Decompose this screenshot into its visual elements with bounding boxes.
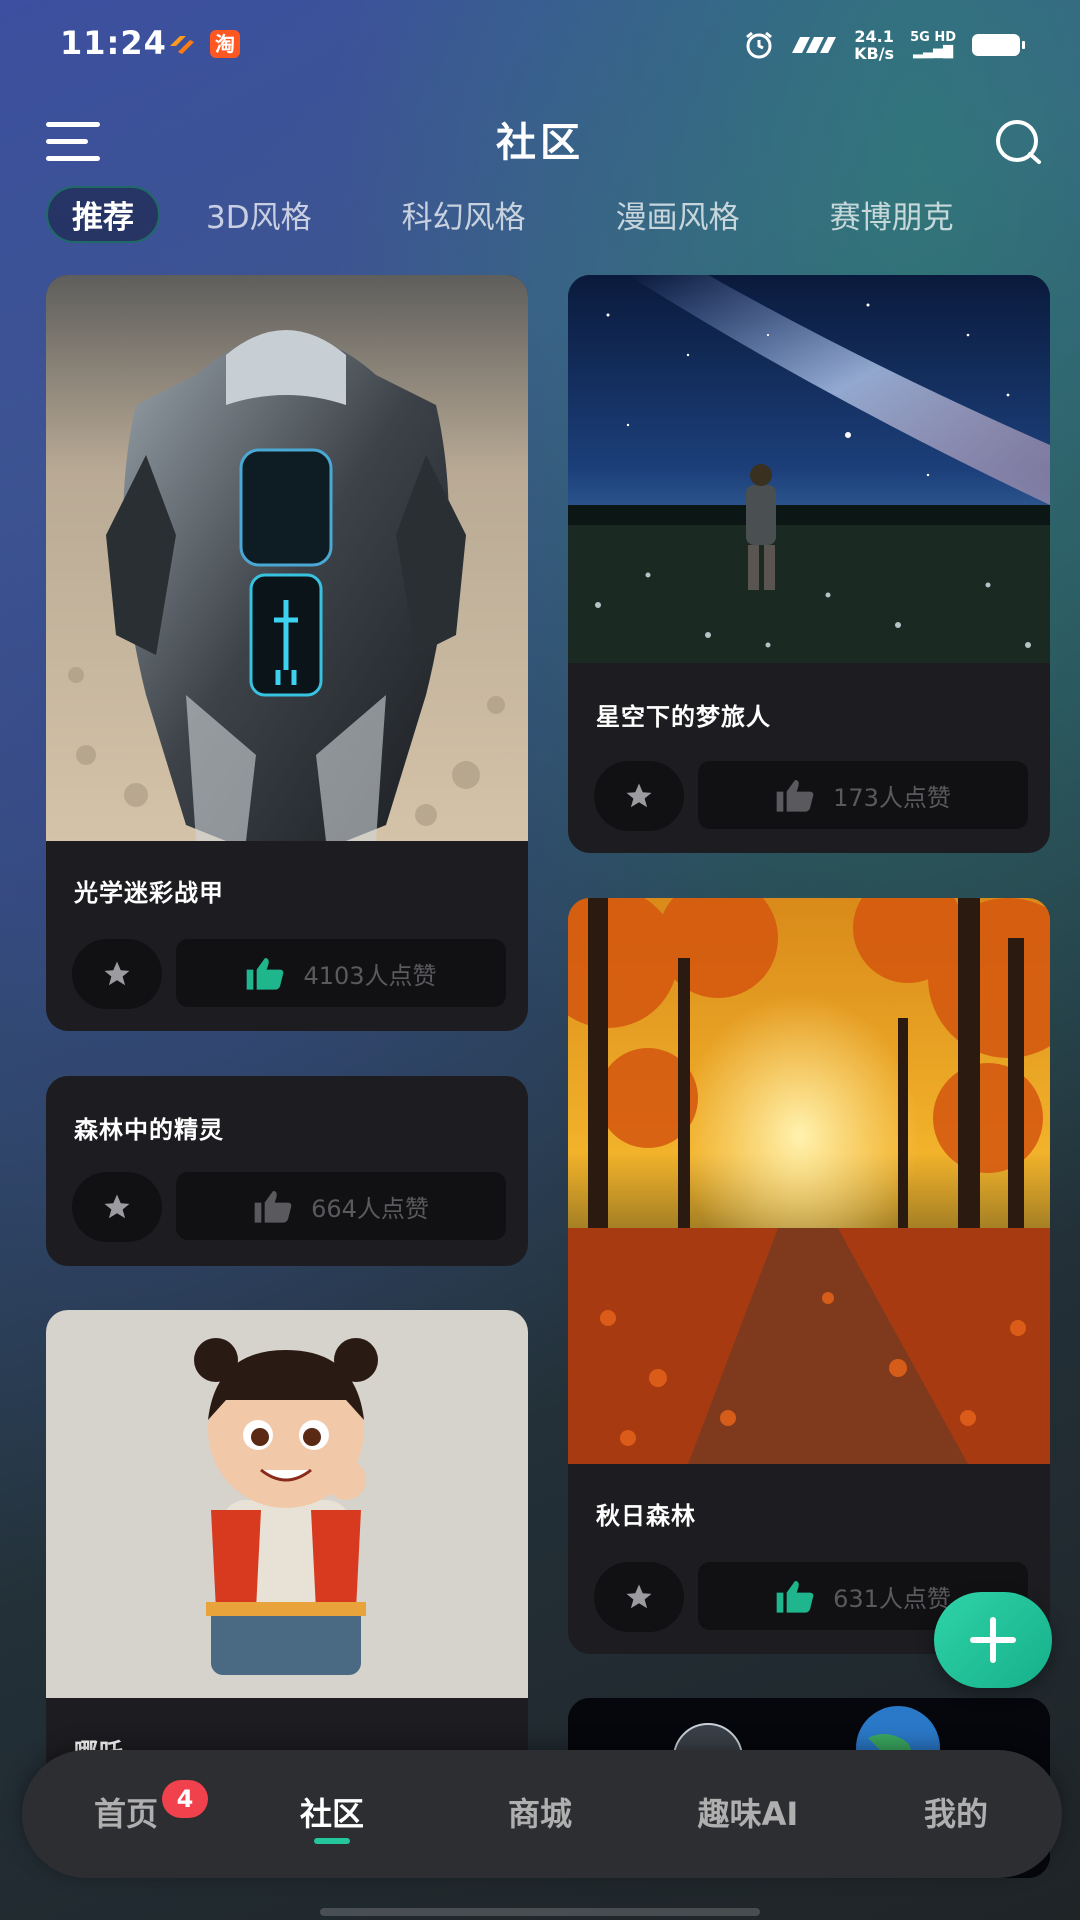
nav-home-label: 首页 xyxy=(93,1795,158,1833)
like-button[interactable]: 664人点赞 xyxy=(176,1172,506,1240)
favorite-button[interactable] xyxy=(594,1562,684,1632)
thumbs-up-icon xyxy=(776,1581,814,1613)
like-count: 631人点赞 xyxy=(833,1584,951,1613)
status-icons: 24.1 KB/s 5G HD ▂▃▅▇ xyxy=(744,27,1025,63)
feed-card[interactable]: 光学迷彩战甲 4103人点赞 xyxy=(46,275,528,1031)
tab-3d-style[interactable]: 3D风格 xyxy=(206,192,312,237)
like-button[interactable]: 4103人点赞 xyxy=(176,939,506,1007)
card-image-autumn-forest xyxy=(568,898,1050,1464)
status-time: 11:24 xyxy=(60,24,167,62)
nav-mall-label: 商城 xyxy=(507,1795,572,1833)
nav-community-label: 社区 xyxy=(299,1795,364,1833)
star-icon xyxy=(104,1194,130,1219)
nav-fun-ai-label: 趣味AI xyxy=(697,1795,799,1833)
net-speed: 24.1 KB/s xyxy=(854,27,895,63)
feed-card[interactable]: 秋日森林 631人点赞 xyxy=(568,898,1050,1654)
signal-icon: 5G HD ▂▃▅▇ xyxy=(910,30,956,59)
card-title: 光学迷彩战甲 xyxy=(74,879,224,907)
favorite-button[interactable] xyxy=(72,1172,162,1242)
active-indicator xyxy=(314,1838,350,1844)
status-bar: 11:24 淘 24.1 KB/s 5G HD ▂▃▅▇ xyxy=(0,0,1080,92)
card-title: 秋日森林 xyxy=(596,1502,696,1530)
nav-fun-ai[interactable]: 趣味AI xyxy=(668,1750,828,1878)
tab-comic-style[interactable]: 漫画风格 xyxy=(616,192,740,237)
like-button[interactable]: 173人点赞 xyxy=(698,761,1028,829)
card-title: 星空下的梦旅人 xyxy=(596,703,771,731)
bottom-nav: 首页 4 社区 商城 趣味AI 我的 xyxy=(22,1750,1062,1878)
nav-mall[interactable]: 商城 xyxy=(460,1750,620,1878)
like-count: 664人点赞 xyxy=(311,1194,429,1223)
favorite-button[interactable] xyxy=(594,761,684,831)
nav-profile[interactable]: 我的 xyxy=(876,1750,1036,1878)
nav-home[interactable]: 首页 4 xyxy=(46,1750,208,1878)
category-tabs: 推荐 3D风格 科幻风格 漫画风格 赛博朋克 xyxy=(46,185,1044,243)
card-image-starry-sky xyxy=(568,275,1050,663)
favorite-button[interactable] xyxy=(72,939,162,1009)
nav-profile-label: 我的 xyxy=(923,1795,988,1833)
notification-badge: 4 xyxy=(162,1780,208,1818)
star-icon xyxy=(626,783,652,808)
card-image-mecha xyxy=(46,275,528,841)
feed-card[interactable]: 星空下的梦旅人 173人点赞 xyxy=(568,275,1050,853)
star-icon xyxy=(104,961,130,986)
page-title: 社区 xyxy=(496,120,584,166)
tab-recommended[interactable]: 推荐 xyxy=(46,185,160,243)
thumbs-up-icon xyxy=(247,958,284,990)
tab-scifi-style[interactable]: 科幻风格 xyxy=(402,192,526,237)
tab-cyberpunk[interactable]: 赛博朋克 xyxy=(830,192,954,237)
like-count: 173人点赞 xyxy=(833,783,951,812)
search-icon[interactable] xyxy=(994,118,1044,168)
nav-community[interactable]: 社区 xyxy=(252,1750,412,1878)
card-image-cartoon-girl xyxy=(46,1310,528,1698)
battery-icon xyxy=(972,34,1025,56)
thumbs-up-icon xyxy=(254,1191,292,1223)
thumbs-up-icon xyxy=(776,780,814,812)
home-indicator xyxy=(320,1908,760,1916)
app-notification-icon xyxy=(170,36,194,54)
like-count: 4103人点赞 xyxy=(303,961,437,990)
feed-card[interactable]: 森林中的精灵 664人点赞 xyxy=(46,1076,528,1266)
alarm-icon xyxy=(746,31,773,59)
create-post-button[interactable] xyxy=(934,1592,1052,1688)
card-title: 森林中的精灵 xyxy=(74,1116,224,1144)
nfc-icon xyxy=(792,37,837,53)
star-icon xyxy=(626,1584,652,1609)
taobao-icon: 淘 xyxy=(210,30,240,58)
